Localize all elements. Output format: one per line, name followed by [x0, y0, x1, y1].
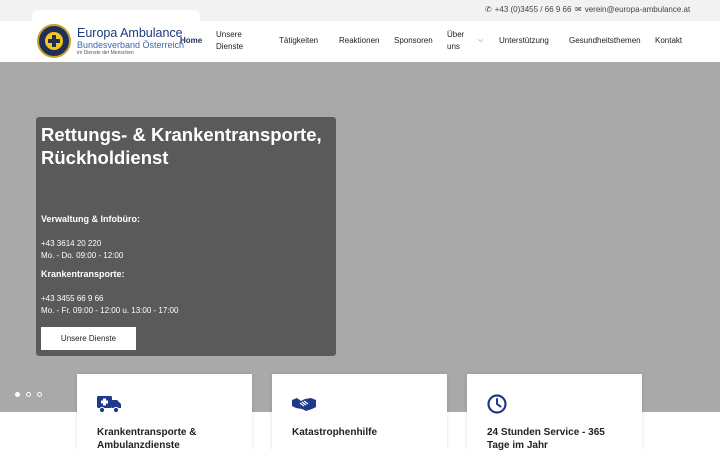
transport-heading: Krankentransporte:: [41, 269, 125, 279]
slider-dot-2[interactable]: [26, 392, 31, 397]
logo-title[interactable]: Europa Ambulance: [77, 26, 183, 40]
nav-gesundheitsthemen[interactable]: Gesundheitsthemen: [569, 35, 641, 47]
ambulance-icon: [97, 396, 121, 414]
top-phone[interactable]: ✆ +43 (0)3455 / 66 9 66: [485, 5, 571, 14]
logo-emblem[interactable]: [37, 24, 71, 58]
clock-icon: [487, 394, 507, 414]
logo-tagline: im Dienste der Menschen: [77, 50, 134, 56]
hero-title: Rettungs- & Krankentransporte, Rückholdi…: [41, 124, 322, 168]
slider-dot-3[interactable]: [37, 392, 42, 397]
hero-slider: ——— Rettungs- & Krankentransporte, Rückh…: [0, 62, 720, 412]
card-title: Krankentransporte & Ambulanzdienste: [97, 427, 197, 450]
logo-cross-icon: [45, 32, 63, 50]
service-card-disaster[interactable]: Katastrophenhilfe: [272, 374, 447, 450]
nav-sponsoren[interactable]: Sponsoren: [394, 35, 433, 47]
chevron-down-icon[interactable]: ⌵: [478, 37, 483, 45]
nav-unsere-dienste[interactable]: Unsere Dienste: [216, 29, 256, 53]
card-title: 24 Stunden Service - 365 Tage im Jahr: [487, 427, 605, 450]
unsere-dienste-button[interactable]: Unsere Dienste: [41, 327, 136, 350]
nav-unterstuetzung[interactable]: Unterstützung: [499, 35, 549, 47]
slider-dot-1[interactable]: [15, 392, 20, 397]
service-card-24h[interactable]: 24 Stunden Service - 365 Tage im Jahr: [467, 374, 642, 450]
nav-kontakt[interactable]: Kontakt: [655, 35, 682, 47]
nav-taetigkeiten[interactable]: Tätigkeiten: [279, 35, 318, 47]
nav-home[interactable]: Home: [180, 35, 202, 47]
service-card-ambulance[interactable]: Krankentransporte & Ambulanzdienste: [77, 374, 252, 450]
transport-phone[interactable]: +43 3455 66 9 66: [41, 294, 104, 303]
handshake-icon: [292, 398, 316, 411]
transport-hours: Mo. - Fr. 09:00 - 12:00 u. 13:00 - 17:00: [41, 306, 179, 315]
logo-subtitle: Bundesverband Österreich: [77, 40, 185, 50]
nav-ueber-uns[interactable]: Über uns: [447, 29, 469, 53]
admin-hours: Mo. - Do. 09:00 - 12:00: [41, 251, 124, 260]
admin-phone[interactable]: +43 3614 20 220: [41, 239, 101, 248]
top-email[interactable]: ✉ verein@europa-ambulance.at: [575, 5, 690, 14]
envelope-icon: ✉: [575, 5, 582, 14]
card-title: Katastrophenhilfe: [292, 427, 378, 438]
phone-icon: ✆: [485, 5, 492, 14]
hero-text-box: Rettungs- & Krankentransporte, Rückholdi…: [36, 117, 336, 356]
top-phone-text: +43 (0)3455 / 66 9 66: [494, 5, 572, 14]
admin-heading: Verwaltung & Infobüro:: [41, 214, 140, 224]
top-email-text: verein@europa-ambulance.at: [584, 5, 691, 14]
nav-reaktionen[interactable]: Reaktionen: [339, 35, 379, 47]
